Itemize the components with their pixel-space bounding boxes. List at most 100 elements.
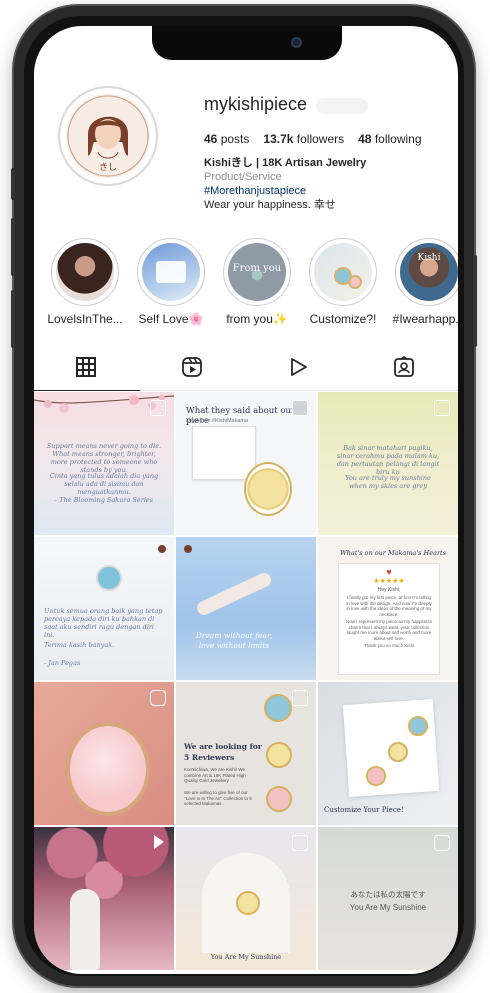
post-title: 5 Reviewers: [184, 753, 235, 762]
highlight-ring: From you: [223, 238, 291, 306]
post-title: We are looking for: [184, 742, 262, 751]
pendant-shape: [96, 565, 122, 591]
post-tile[interactable]: Untuk semua orang baik yang tetap percay…: [34, 537, 174, 680]
posts-stat[interactable]: 46 posts: [204, 132, 249, 146]
person-figure: [70, 889, 100, 970]
highlight-ring: [137, 238, 205, 306]
highlight-ring: [309, 238, 377, 306]
carousel-icon: [292, 690, 308, 706]
pendant-shape: [236, 891, 260, 915]
post-body: We are willing to give five of our "Love…: [184, 790, 252, 806]
play-badge-icon: [154, 835, 164, 849]
pendant-shape: [408, 716, 428, 736]
post-title: You Are My Sunshine: [210, 953, 282, 961]
pendant-shape: [366, 766, 386, 786]
testimonial-body: I finally got my first piece, at first I…: [346, 595, 432, 617]
highlight-love-is-in-the-air[interactable]: LovelsInThe...: [47, 238, 123, 326]
post-tile[interactable]: Customize Your Piece!: [318, 682, 458, 825]
post-tile[interactable]: [34, 682, 174, 825]
highlight-label: LovelsInThe...: [47, 312, 123, 326]
post-signature: - The Blooming Sakura Series: [54, 496, 154, 504]
highlight-label: from you✨: [226, 312, 288, 326]
post-title: What's on our Makama's Hearts: [340, 549, 446, 557]
post-tile[interactable]: あなたは私の太陽です You Are My Sunshine: [318, 827, 458, 970]
post-text: Dream without fear, love without limits: [195, 631, 273, 650]
tree-blossoms: [34, 827, 174, 907]
power-button: [473, 255, 477, 347]
pendant-shape: [266, 742, 292, 768]
highlight-thumbnail: [142, 243, 200, 301]
post-text-jp: あなたは私の太陽です: [350, 890, 426, 899]
app-screen: きし mykishipiece 46 posts 13.7k followers…: [34, 26, 458, 974]
bio-tagline: Wear your happiness. 幸せ: [204, 199, 336, 211]
post-tile[interactable]: Bak sinar matahari pagiku, sinar cerahmu…: [318, 392, 458, 535]
pendant-shape: [66, 722, 150, 816]
post-text: You are truly my sunshine when my skies …: [345, 474, 431, 490]
category-label: Product/Service: [204, 171, 282, 183]
highlight-i-wear-happiness[interactable]: Kishi #Iwearhapp...: [393, 238, 458, 326]
highlight-label: Customize?!: [309, 312, 377, 326]
notch: [152, 26, 342, 60]
profile-stats: 46 posts 13.7k followers 48 following: [204, 132, 422, 146]
post-tile[interactable]: Support means never going to die. What m…: [34, 392, 174, 535]
volume-up-button: [11, 218, 15, 276]
highlight-card-shape: [156, 261, 186, 283]
pendant-shape: [266, 786, 292, 812]
testimonial-card: ♥ ★★★★★ Hey Kishi, I finally got my firs…: [338, 563, 440, 675]
post-tile[interactable]: What they said about our piece Love from…: [176, 392, 316, 535]
highlight-ring: [51, 238, 119, 306]
post-body: Kon'nichiwa, We are Kishi! We combine Ar…: [184, 767, 246, 783]
post-tile[interactable]: [34, 827, 174, 970]
tab-reels[interactable]: [140, 344, 246, 390]
profile-tabs: [34, 344, 458, 391]
display-name: Kishiきし | 18K Artisan Jewelry: [204, 157, 367, 169]
heart-icon: ♥: [386, 567, 392, 577]
pendant-shape: [388, 742, 408, 762]
highlight-self-love[interactable]: Self Love🌸: [136, 238, 206, 326]
hashtag-link[interactable]: #Morethanjustapiece: [204, 184, 366, 198]
highlight-overlay-text: From you: [232, 263, 282, 274]
testimonial-thanks: Thank you so much Kishi: [363, 643, 415, 648]
profile-header: きし mykishipiece 46 posts 13.7k followers…: [34, 74, 458, 244]
avatar-caption: きし: [98, 163, 117, 173]
posts-grid: Support means never going to die. What m…: [34, 392, 458, 974]
followers-stat[interactable]: 13.7k followers: [263, 132, 344, 146]
arm-silhouette: [194, 570, 274, 618]
avatar-mini: [184, 545, 192, 553]
carousel-icon: [150, 400, 166, 416]
post-tile[interactable]: Dream without fear, love without limits: [176, 537, 316, 680]
post-signature: - Jan Pegas: [44, 659, 81, 667]
highlight-ring: Kishi: [395, 238, 458, 306]
carousel-icon: [434, 400, 450, 416]
grid-icon: [76, 357, 96, 377]
highlight-customize[interactable]: Customize?!: [308, 238, 378, 326]
post-text: Support means never going to die. What m…: [46, 442, 162, 474]
following-stat[interactable]: 48 following: [358, 132, 421, 146]
followers-label: followers: [296, 132, 345, 146]
tab-posts-grid[interactable]: [34, 344, 140, 391]
carousel-icon: [292, 835, 308, 851]
post-tile[interactable]: We are looking for 5 Reviewers Kon'nichi…: [176, 682, 316, 825]
followers-count: 13.7k: [263, 132, 294, 146]
tagged-icon: [394, 356, 414, 377]
post-tile[interactable]: You Are My Sunshine: [176, 827, 316, 970]
post-text: You Are My Sunshine: [349, 903, 427, 912]
posts-count: 46: [204, 132, 218, 146]
post-text: Untuk semua orang baik yang tetap percay…: [44, 607, 163, 639]
highlight-from-you[interactable]: From you from you✨: [222, 238, 292, 326]
post-tile[interactable]: What's on our Makama's Hearts ♥ ★★★★★ He…: [318, 537, 458, 680]
highlight-thumbnail: From you: [228, 243, 286, 301]
pendant-shape: [264, 694, 292, 722]
tab-videos[interactable]: [246, 344, 352, 390]
highlight-label: Self Love🌸: [138, 312, 204, 326]
tab-tagged[interactable]: [352, 344, 458, 390]
profile-avatar[interactable]: きし: [58, 86, 158, 186]
reels-icon: [182, 357, 202, 377]
carousel-icon: [292, 400, 308, 416]
avatar-mini: [158, 545, 166, 553]
highlight-thumbnail: [56, 243, 114, 301]
pendant-shape: [348, 275, 362, 289]
camera-icon: [291, 37, 302, 48]
username: mykishipiece: [204, 94, 308, 114]
reels-badge-icon: [150, 690, 166, 706]
